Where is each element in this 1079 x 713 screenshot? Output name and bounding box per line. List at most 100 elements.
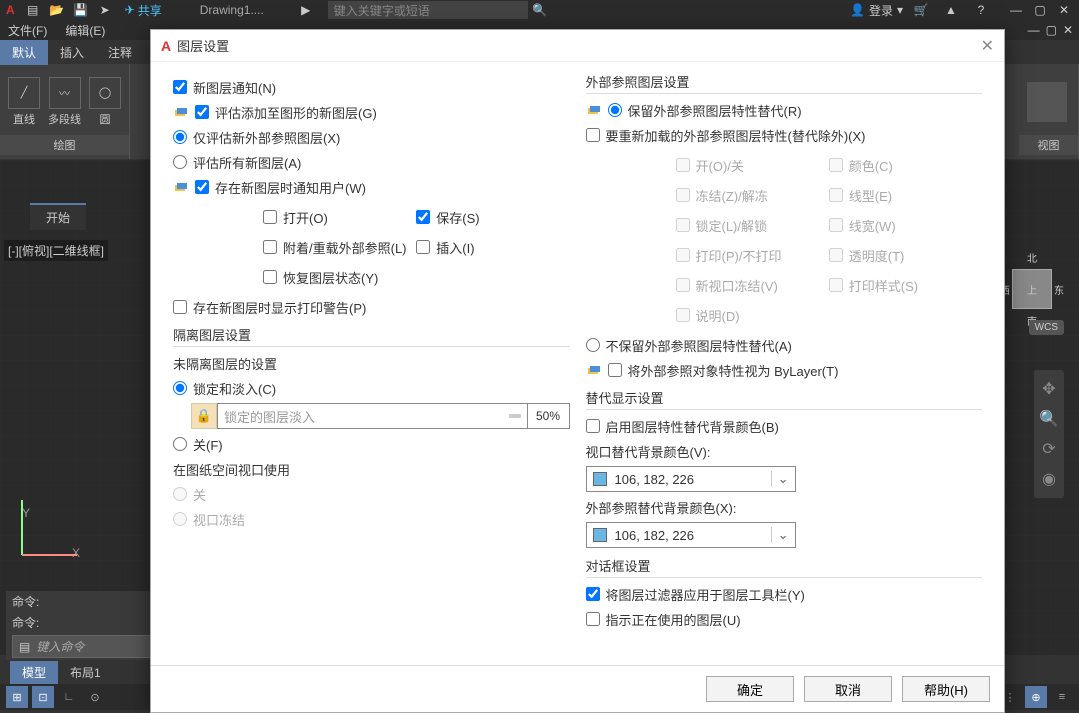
radio-retain[interactable] — [608, 103, 622, 117]
label-save: 保存(S) — [436, 208, 479, 227]
layer-settings-dialog: A 图层设置 ✕ 新图层通知(N) 评估添加至图形的新图层(G) 仅评估新外部参… — [150, 29, 1005, 713]
label-eval-all: 评估所有新图层(A) — [193, 153, 301, 172]
view-icon[interactable] — [1027, 82, 1067, 122]
help-icon[interactable]: ? — [972, 1, 990, 19]
minimize-icon[interactable]: — — [1007, 3, 1025, 17]
command-icon: ▤ — [19, 640, 30, 654]
cube-top[interactable]: 上 — [1012, 269, 1052, 309]
arrow-icon[interactable]: ➤ — [96, 1, 114, 19]
label-description: 说明(D) — [696, 306, 740, 325]
label-off: 关(F) — [193, 435, 223, 454]
radio-eval-all[interactable] — [173, 155, 187, 169]
zoom-icon[interactable]: 🔍 — [1034, 404, 1064, 434]
status-icon-2[interactable]: ⊡ — [32, 686, 54, 708]
orbit-icon[interactable]: ⟳ — [1034, 434, 1064, 464]
tab-annotate[interactable]: 注释 — [96, 40, 144, 65]
tool-circle[interactable]: ◯ 圆 — [89, 77, 121, 127]
window-restore-icon[interactable]: ▢ — [1046, 23, 1057, 37]
dropdown-icon[interactable]: ▶ — [297, 1, 315, 19]
tab-layout1[interactable]: 布局1 — [58, 661, 113, 684]
tab-default[interactable]: 默认 — [0, 40, 48, 65]
radio-off[interactable] — [173, 437, 187, 451]
checkbox-open[interactable] — [263, 210, 277, 224]
radio-no-retain[interactable] — [586, 338, 600, 352]
window-min-icon[interactable]: — — [1028, 23, 1040, 37]
label-paperspace: 在图纸空间视口使用 — [173, 460, 290, 479]
new-icon[interactable]: ▤ — [24, 1, 42, 19]
row-bylayer: 将外部参照对象特性视为 ByLayer(T) — [586, 360, 983, 380]
checkbox-eval-added[interactable] — [195, 105, 209, 119]
login-button[interactable]: 👤 登录 ▾ — [850, 2, 903, 19]
checkbox-indicate-used[interactable] — [586, 612, 600, 626]
share-button[interactable]: ✈ 共享 — [125, 2, 162, 19]
tab-insert[interactable]: 插入 — [48, 40, 96, 65]
status-menu-icon[interactable]: ≡ — [1051, 686, 1073, 708]
radio-lock-fade[interactable] — [173, 381, 187, 395]
dropdown-xref-bg-color[interactable]: 106, 182, 226 ⌄ — [586, 522, 796, 548]
view-label[interactable]: [-][俯视][二维线框] — [4, 240, 108, 261]
wheel-icon[interactable]: ◉ — [1034, 464, 1064, 494]
label-new-layer-notify: 新图层通知(N) — [193, 78, 276, 97]
checkbox-bylayer[interactable] — [608, 363, 622, 377]
tab-model[interactable]: 模型 — [10, 661, 58, 684]
menu-edit[interactable]: 编辑(E) — [65, 22, 105, 39]
dropdown-vp-bg-color[interactable]: 106, 182, 226 ⌄ — [586, 466, 796, 492]
checkbox-restore[interactable] — [263, 270, 277, 284]
checkbox-lineweight — [829, 218, 843, 232]
help-button[interactable]: 帮助(H) — [902, 676, 990, 702]
checkbox-save[interactable] — [416, 210, 430, 224]
label-color: 颜色(C) — [849, 156, 893, 175]
checkbox-enable-bg[interactable] — [586, 419, 600, 433]
label-onoff: 开(O)/关 — [696, 156, 744, 175]
radio-eval-xref-only[interactable] — [173, 130, 187, 144]
save-icon[interactable]: 💾 — [72, 1, 90, 19]
cart-icon[interactable]: 🛒 — [912, 1, 930, 19]
checkbox-reload[interactable] — [586, 128, 600, 142]
label-lineweight: 线宽(W) — [849, 216, 896, 235]
close-icon[interactable]: ✕ — [1055, 3, 1073, 17]
label-unisolated: 未隔离图层的设置 — [173, 354, 277, 373]
section-dialog: 对话框设置 — [586, 556, 983, 578]
checkbox-new-layer-notify[interactable] — [173, 80, 187, 94]
row-attach: 附着/重载外部参照(L) — [263, 237, 416, 257]
section-xref: 外部参照图层设置 — [586, 72, 983, 94]
checkbox-plot — [676, 248, 690, 262]
pan-icon[interactable]: ✥ — [1034, 374, 1064, 404]
radio-vp-freeze — [173, 512, 187, 526]
status-icon-4[interactable]: ⊙ — [84, 686, 106, 708]
xref-bylayer-icon — [586, 362, 602, 378]
wcs-label[interactable]: WCS — [1029, 320, 1064, 335]
checkbox-insert[interactable] — [416, 240, 430, 254]
row-vp-bg-label: 视口替代背景颜色(V): — [586, 441, 983, 461]
dialog-title: 图层设置 — [177, 36, 229, 55]
checkbox-notify-user[interactable] — [195, 180, 209, 194]
status-anno-icon[interactable]: ⊕ — [1025, 686, 1047, 708]
tool-line[interactable]: ╱ 直线 — [8, 77, 40, 127]
maximize-icon[interactable]: ▢ — [1031, 3, 1049, 17]
app-topbar: A ▤ 📂 💾 ➤ ✈ 共享 Drawing1.... ▶ 键入关键字或短语 🔍… — [0, 0, 1079, 20]
start-tab[interactable]: 开始 — [30, 203, 86, 230]
viewcube[interactable]: 北 西 上 东 南 — [1000, 250, 1064, 328]
fade-percent[interactable]: 50% — [528, 403, 570, 429]
label-no-retain: 不保留外部参照图层特性替代(A) — [606, 336, 792, 355]
dialog-close-button[interactable]: ✕ — [981, 36, 994, 56]
checkbox-attach[interactable] — [263, 240, 277, 254]
status-icon-3[interactable]: ∟ — [58, 686, 80, 708]
ok-button[interactable]: 确定 — [706, 676, 794, 702]
checkbox-lock — [676, 218, 690, 232]
dialog-titlebar: A 图层设置 ✕ — [151, 30, 1004, 62]
cancel-button[interactable]: 取消 — [804, 676, 892, 702]
tool-polyline[interactable]: 〰 多段线 — [48, 77, 81, 127]
row-open: 打开(O) — [263, 207, 416, 227]
fade-slider[interactable]: 锁定的图层淡入 — [217, 403, 528, 429]
menu-file[interactable]: 文件(F) — [8, 22, 47, 39]
search-input[interactable]: 键入关键字或短语 — [328, 1, 528, 19]
window-close-icon[interactable]: ✕ — [1063, 23, 1073, 37]
status-icon-1[interactable]: ⊞ — [6, 686, 28, 708]
checkbox-apply-filter[interactable] — [586, 587, 600, 601]
checkbox-plot-warn[interactable] — [173, 300, 187, 314]
open-icon[interactable]: 📂 — [48, 1, 66, 19]
row-unisolated: 未隔离图层的设置 — [173, 353, 570, 373]
search-icon[interactable]: 🔍 — [531, 1, 549, 19]
apps-icon[interactable]: ▲ — [942, 1, 960, 19]
